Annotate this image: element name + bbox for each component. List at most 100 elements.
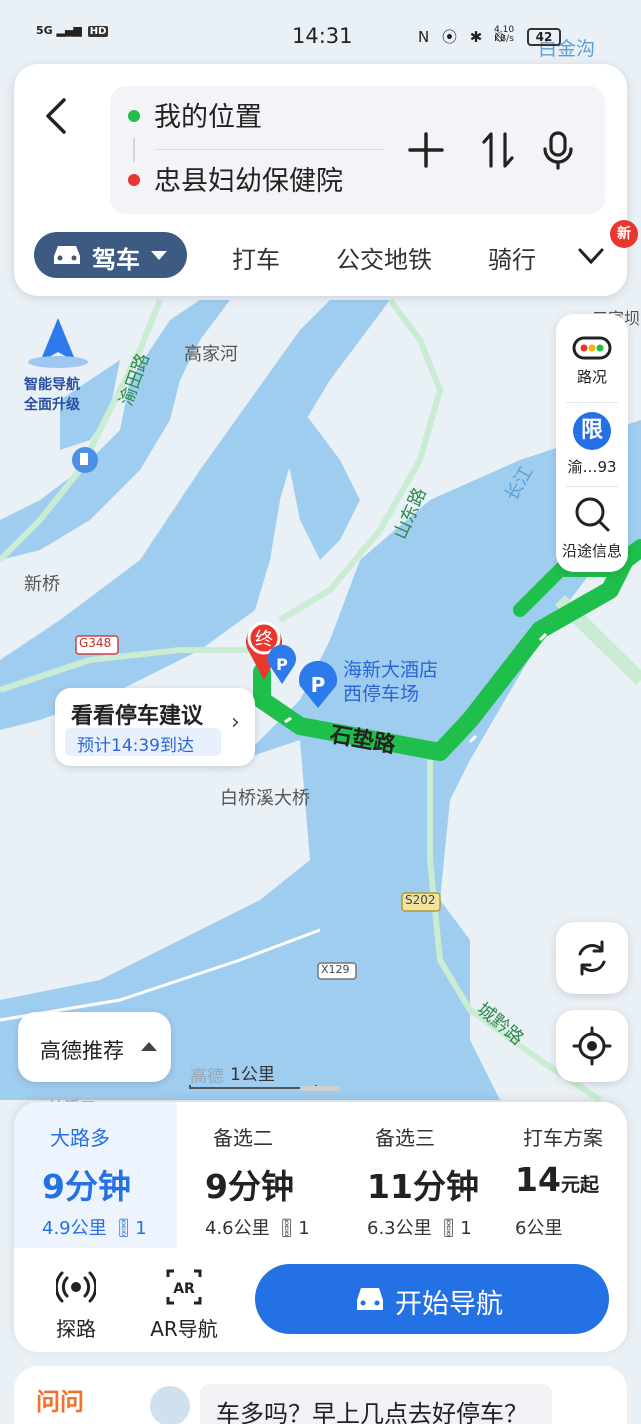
traffic-label: 路况 — [576, 368, 607, 386]
route-search-card: 我的位置 忠县妇幼保健院 驾车 打车 公交地铁 骑行 新 — [14, 64, 638, 296]
tab-drive[interactable]: 驾车 — [34, 232, 187, 278]
along-route-label: 沿途信息 — [561, 542, 622, 560]
route-name: 大路多 — [50, 1126, 110, 1150]
along-route-info-button[interactable]: 沿途信息 — [556, 494, 628, 561]
route-info: 6公里 — [515, 1218, 563, 1239]
route-input-box: 我的位置 忠县妇幼保健院 — [110, 86, 605, 214]
refresh-route-button[interactable] — [556, 922, 628, 994]
refresh-icon — [578, 940, 606, 976]
origin-field[interactable]: 我的位置 — [128, 98, 262, 138]
ask-assistant-card[interactable]: 问问 车多吗？早上几点去好停车？ — [14, 1366, 627, 1424]
start-navigation-label: 开始导航 — [395, 1289, 503, 1320]
map-label-parking-name: 海新大酒店 西停车场 — [343, 659, 439, 705]
recommend-sort-button[interactable]: 高德推荐 — [18, 1012, 171, 1082]
traffic-light-count-icon: 🚦︎ — [437, 1218, 461, 1239]
parking-suggestion-card[interactable]: 看看停车建议 预计14:39到达 › — [55, 688, 255, 766]
ar-nav-button[interactable]: AR AR导航 — [144, 1267, 224, 1342]
explore-button[interactable]: 探路 — [36, 1267, 116, 1342]
parking-suggestion-title: 看看停车建议 — [71, 704, 204, 729]
route-name: 备选二 — [213, 1126, 273, 1150]
status-time: 14:31 — [292, 24, 353, 48]
chevron-right-icon: › — [231, 710, 240, 735]
route-option-2[interactable]: 备选二 9分钟 4.6公里 🚦︎1 — [177, 1102, 327, 1248]
route-connector — [133, 138, 135, 162]
destination-dot-icon — [128, 173, 140, 186]
route-divider — [154, 149, 384, 150]
tab-bike[interactable]: 骑行 — [488, 240, 536, 275]
tab-transit[interactable]: 公交地铁 — [336, 240, 432, 275]
origin-text: 我的位置 — [154, 102, 262, 133]
map-label-gaode: 高德 — [190, 1067, 224, 1087]
traffic-light-count-icon: 🚦︎ — [112, 1218, 136, 1239]
traffic-light-count-icon: 🚦︎ — [275, 1218, 299, 1239]
traffic-light-icon — [572, 336, 612, 360]
svg-text:AR: AR — [173, 1281, 195, 1297]
route-name: 备选三 — [375, 1126, 435, 1150]
eta-text: 预计14:39到达 — [77, 736, 194, 756]
traffic-toggle[interactable]: 路况 — [556, 336, 628, 387]
restriction-label: 渝…93 — [567, 458, 617, 476]
svg-text:P: P — [311, 673, 326, 697]
ask-logo: 问问 — [36, 1388, 84, 1416]
search-icon — [575, 497, 610, 532]
map-label-baiqiaoxi: 白桥溪大桥 — [220, 788, 310, 809]
swap-icon[interactable] — [478, 130, 518, 170]
map-label-x129: X129 — [321, 963, 350, 976]
smart-nav-badge-line1[interactable]: 智能导航 — [24, 374, 80, 394]
route-info: 6.3公里 🚦︎1 — [367, 1218, 472, 1239]
route-name: 打车方案 — [523, 1126, 603, 1150]
start-navigation-button[interactable]: 开始导航 — [255, 1264, 609, 1334]
restriction-button[interactable]: 限 渝…93 — [556, 412, 628, 477]
route-time: 11分钟 — [367, 1167, 479, 1206]
more-modes-chevron-icon[interactable] — [578, 246, 604, 266]
ar-nav-label: AR导航 — [150, 1317, 218, 1341]
tab-taxi[interactable]: 打车 — [232, 240, 280, 275]
route-info: 4.6公里 🚦︎1 — [205, 1218, 310, 1239]
destination-field[interactable]: 忠县妇幼保健院 — [128, 162, 343, 202]
end-marker-label: 终 — [255, 629, 273, 650]
recommend-label: 高德推荐 — [40, 1039, 124, 1063]
crosshair-icon — [572, 1026, 612, 1066]
radar-icon — [56, 1271, 96, 1303]
route-time: 9分钟 — [205, 1167, 294, 1206]
back-icon[interactable] — [40, 94, 76, 138]
route-option-3[interactable]: 备选三 11分钟 6.3公里 🚦︎1 — [327, 1102, 487, 1248]
side-separator — [566, 402, 618, 403]
route-time: 9分钟 — [42, 1167, 131, 1206]
map-label-s202: S202 — [405, 893, 436, 907]
route-price: 14元起 — [515, 1160, 599, 1199]
car-icon — [357, 1288, 383, 1310]
map-label-scale: 1公里 — [230, 1065, 275, 1085]
microphone-icon[interactable] — [538, 130, 578, 170]
route-info: 4.9公里 🚦︎1 — [42, 1218, 147, 1239]
svg-text:P: P — [276, 655, 288, 674]
tab-drive-label: 驾车 — [92, 246, 140, 274]
route-options-sheet: 大路多 9分钟 4.9公里 🚦︎1 备选二 9分钟 4.6公里 🚦︎1 备选三 … — [14, 1102, 627, 1352]
car-icon — [54, 246, 80, 264]
status-bar: 5G ▂▄▆ HD 14:31 N ⦿ ✱ ⍉ 4.10 KB/s 42 — [0, 0, 641, 60]
map-label-xinqiao: 新桥 — [24, 574, 60, 595]
network-speed: 4.10 KB/s — [494, 25, 515, 44]
add-waypoint-icon[interactable] — [406, 130, 446, 170]
destination-text: 忠县妇幼保健院 — [154, 166, 343, 197]
locate-me-button[interactable] — [556, 1010, 628, 1082]
explore-label: 探路 — [56, 1317, 96, 1341]
side-separator — [566, 486, 618, 487]
ar-icon: AR — [166, 1269, 202, 1305]
signal-indicator: 5G ▂▄▆ HD — [36, 24, 109, 37]
map-label-gaojiahe: 高家河 — [184, 344, 238, 365]
transport-mode-tabs: 驾车 打车 公交地铁 骑行 新 — [34, 220, 638, 280]
suggested-question[interactable]: 车多吗？早上几点去好停车？ — [200, 1384, 552, 1424]
map-label-g348: G348 — [79, 636, 112, 650]
smart-nav-badge-line2[interactable]: 全面升级 — [24, 394, 80, 414]
gas-station-pin — [72, 447, 98, 473]
battery-icon: 42 — [527, 28, 561, 46]
route-option-1[interactable]: 大路多 9分钟 4.9公里 🚦︎1 — [14, 1102, 177, 1248]
avatar — [150, 1386, 190, 1424]
chevron-up-icon — [141, 1042, 157, 1051]
taxi-option[interactable]: 打车方案 14元起 6公里 — [487, 1102, 627, 1248]
chevron-down-icon — [151, 251, 167, 260]
restriction-icon: 限 — [573, 412, 611, 450]
map-side-panel: 路况 限 渝…93 沿途信息 — [556, 314, 628, 572]
origin-dot-icon — [128, 109, 140, 122]
